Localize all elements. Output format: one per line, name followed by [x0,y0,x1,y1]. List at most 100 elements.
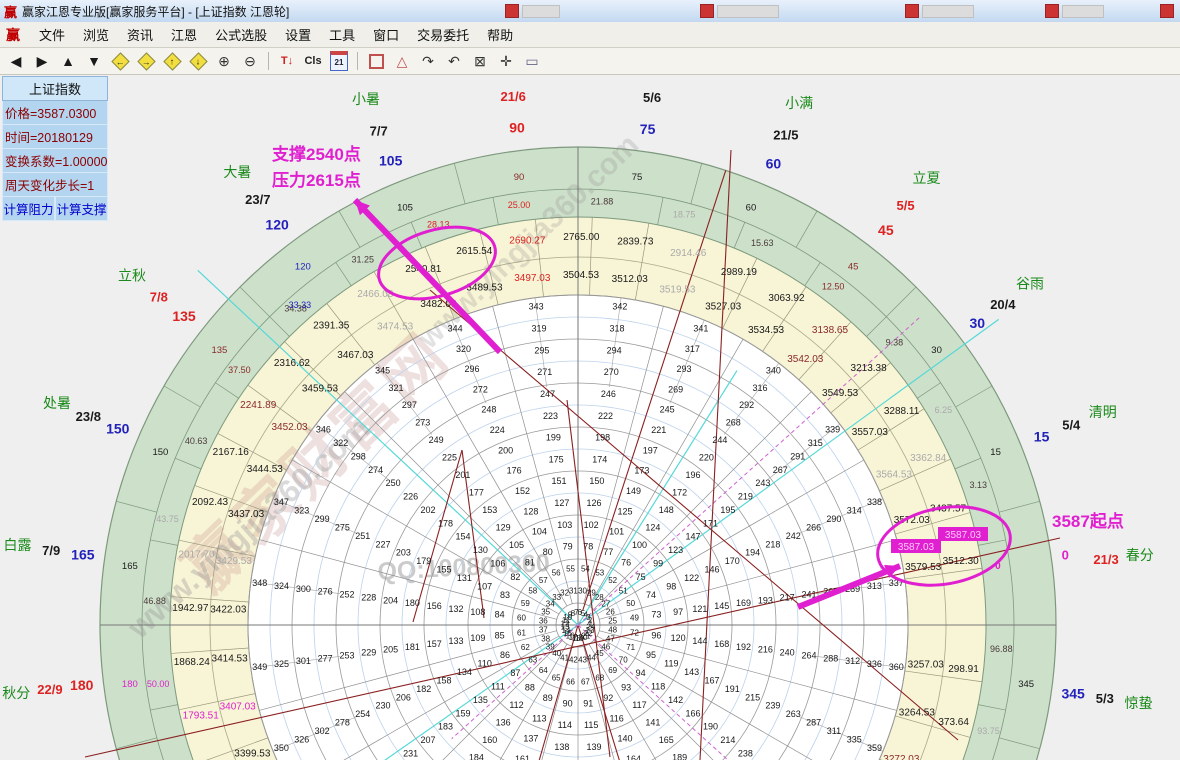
menu-item-2[interactable]: 资讯 [118,22,162,47]
svg-text:45: 45 [848,261,859,272]
pan-up-icon[interactable]: ↑ [160,50,184,72]
svg-text:191: 191 [725,684,740,694]
svg-text:184: 184 [469,752,484,760]
svg-text:124: 124 [645,522,660,532]
svg-text:60: 60 [766,156,782,172]
calc-support-button[interactable]: 计算支撑 [55,197,108,221]
draw-triangle-icon[interactable]: △ [390,50,414,72]
svg-text:253: 253 [339,650,354,660]
svg-text:谷雨: 谷雨 [1016,275,1044,291]
svg-text:大暑: 大暑 [223,164,251,180]
menu-item-9[interactable]: 帮助 [478,22,522,47]
svg-text:301: 301 [296,656,311,666]
svg-text:143: 143 [684,667,699,677]
svg-text:99: 99 [653,559,663,569]
nav-prev-icon[interactable]: ◀ [4,50,28,72]
svg-text:319: 319 [531,324,546,334]
svg-text:80: 80 [543,547,553,557]
pan-down-icon[interactable]: ↓ [186,50,210,72]
svg-text:318: 318 [610,324,625,334]
menu-item-5[interactable]: 设置 [276,22,320,47]
svg-text:178: 178 [438,518,453,528]
svg-text:处暑: 处暑 [43,395,71,411]
svg-text:79: 79 [563,542,573,552]
calendar-icon[interactable]: 21 [327,50,351,72]
pan-right-icon[interactable]: → [134,50,158,72]
svg-text:164: 164 [626,754,641,760]
svg-text:314: 314 [847,506,862,516]
svg-text:160: 160 [482,735,497,745]
background-window-fragment [717,5,779,18]
svg-text:62: 62 [521,643,530,652]
menu-item-3[interactable]: 江恩 [162,22,206,47]
svg-text:298.91: 298.91 [948,664,979,675]
svg-text:98: 98 [666,581,676,591]
svg-text:15: 15 [990,447,1001,458]
nav-down-icon[interactable]: ▼ [82,50,106,72]
svg-text:110: 110 [478,659,492,669]
svg-text:3459.53: 3459.53 [302,384,339,395]
center-view-icon[interactable]: ✛ [494,50,518,72]
svg-text:170: 170 [725,556,740,566]
menu-item-0[interactable]: 文件 [30,22,74,47]
svg-text:196: 196 [686,470,701,480]
svg-text:202: 202 [421,505,436,515]
background-window-fragment [922,5,974,18]
nav-next-icon[interactable]: ▶ [30,50,54,72]
svg-text:6.25: 6.25 [935,405,953,415]
svg-text:94: 94 [636,668,646,678]
svg-text:96: 96 [651,630,661,640]
svg-text:111: 111 [491,681,505,691]
svg-text:165: 165 [71,546,95,562]
svg-text:86: 86 [500,650,510,660]
svg-text:37.50: 37.50 [228,365,251,375]
time-price-icon[interactable]: T↓ [275,50,299,72]
delete-box-icon[interactable]: ⊠ [468,50,492,72]
svg-text:161: 161 [515,754,530,760]
svg-text:3527.03: 3527.03 [705,302,742,313]
svg-text:275: 275 [335,522,350,532]
svg-text:55: 55 [566,564,575,573]
svg-text:60: 60 [746,202,757,213]
menu-item-6[interactable]: 工具 [320,22,364,47]
board-icon[interactable]: ▭ [520,50,544,72]
svg-text:59: 59 [521,599,530,608]
svg-text:57: 57 [539,576,548,585]
svg-text:100: 100 [632,540,647,550]
svg-text:345: 345 [375,365,390,375]
menu-item-1[interactable]: 浏览 [74,22,118,47]
svg-text:154: 154 [455,532,470,542]
svg-text:136: 136 [496,718,511,728]
nav-up-icon[interactable]: ▲ [56,50,80,72]
svg-text:31: 31 [569,586,578,595]
svg-text:171: 171 [703,518,718,528]
svg-text:293: 293 [676,364,691,374]
svg-text:101: 101 [609,527,624,537]
svg-text:3444.53: 3444.53 [247,464,284,475]
menu-item-4[interactable]: 公式选股 [206,22,276,47]
rotate-ccw-icon[interactable]: ↶ [442,50,466,72]
zoom-out-icon[interactable]: ⊖ [238,50,262,72]
calc-resistance-button[interactable]: 计算阻力 [2,197,55,221]
draw-square-icon[interactable] [364,50,388,72]
zoom-in-icon[interactable]: ⊕ [212,50,236,72]
svg-text:240: 240 [780,648,795,658]
rotate-cw-icon[interactable]: ↷ [416,50,440,72]
svg-text:220: 220 [699,453,714,463]
svg-text:290: 290 [826,514,841,524]
parameter-row-0: 价格=3587.0300 [2,101,108,125]
svg-text:3587.03: 3587.03 [945,530,982,541]
cls-button[interactable]: Cls [301,50,325,72]
svg-text:173: 173 [634,466,649,476]
menu-bar: 赢 文件浏览资讯江恩公式选股设置工具窗口交易委托帮助 [0,22,1180,48]
svg-text:60: 60 [517,614,526,623]
svg-text:348: 348 [252,578,267,588]
svg-text:88: 88 [525,683,535,693]
menu-item-7[interactable]: 窗口 [364,22,408,47]
gann-wheel-canvas[interactable]: 赢家财富网www.yingjia360.comwww.yingjia360.co… [0,74,1180,760]
svg-text:222: 222 [598,411,613,421]
svg-text:1942.97: 1942.97 [172,603,209,614]
pan-left-icon[interactable]: ← [108,50,132,72]
svg-text:131: 131 [457,573,472,583]
menu-item-8[interactable]: 交易委托 [408,22,478,47]
